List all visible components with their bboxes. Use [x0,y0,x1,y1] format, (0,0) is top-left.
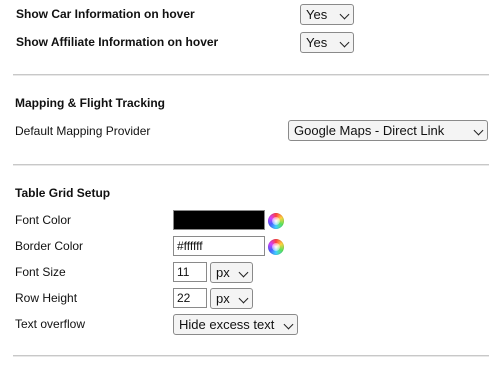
show-affiliate-info-label: Show Affiliate Information on hover [16,35,219,49]
show-car-info-label: Show Car Information on hover [16,7,195,21]
default-mapping-provider-label: Default Mapping Provider [15,124,151,138]
show-car-info-value: Yes [306,7,328,22]
chevron-down-icon [339,9,350,20]
color-wheel-icon[interactable] [268,213,284,229]
default-mapping-provider-value: Google Maps - Direct Link [294,123,445,138]
chevron-down-icon [238,267,249,278]
color-wheel-icon[interactable] [268,239,284,255]
row-height-label: Row Height [15,291,78,305]
table-grid-section-heading: Table Grid Setup [15,186,111,200]
mapping-section-heading: Mapping & Flight Tracking [15,96,165,110]
font-color-label: Font Color [15,213,72,227]
row-height-unit-value: px [216,291,230,306]
section-divider [13,74,489,76]
show-affiliate-info-select[interactable]: Yes [300,32,354,53]
font-color-swatch[interactable] [173,210,265,230]
font-size-unit-value: px [216,265,230,280]
chevron-down-icon [283,319,294,330]
section-divider [13,355,489,357]
chevron-down-icon [339,37,350,48]
default-mapping-provider-select[interactable]: Google Maps - Direct Link [288,120,488,141]
text-overflow-label: Text overflow [15,317,86,331]
border-color-label: Border Color [15,239,84,253]
row-height-input[interactable]: 22 [173,288,207,308]
font-size-input[interactable]: 11 [173,262,207,282]
chevron-down-icon [473,125,484,136]
row-height-unit-select[interactable]: px [210,288,253,309]
font-size-label: Font Size [15,265,66,279]
text-overflow-value: Hide excess text [179,317,275,332]
show-affiliate-info-value: Yes [306,35,328,50]
font-size-unit-select[interactable]: px [210,262,253,283]
section-divider [13,164,489,166]
text-overflow-select[interactable]: Hide excess text [173,314,298,335]
border-color-input[interactable]: #ffffff [173,236,265,256]
chevron-down-icon [238,293,249,304]
show-car-info-select[interactable]: Yes [300,4,354,25]
